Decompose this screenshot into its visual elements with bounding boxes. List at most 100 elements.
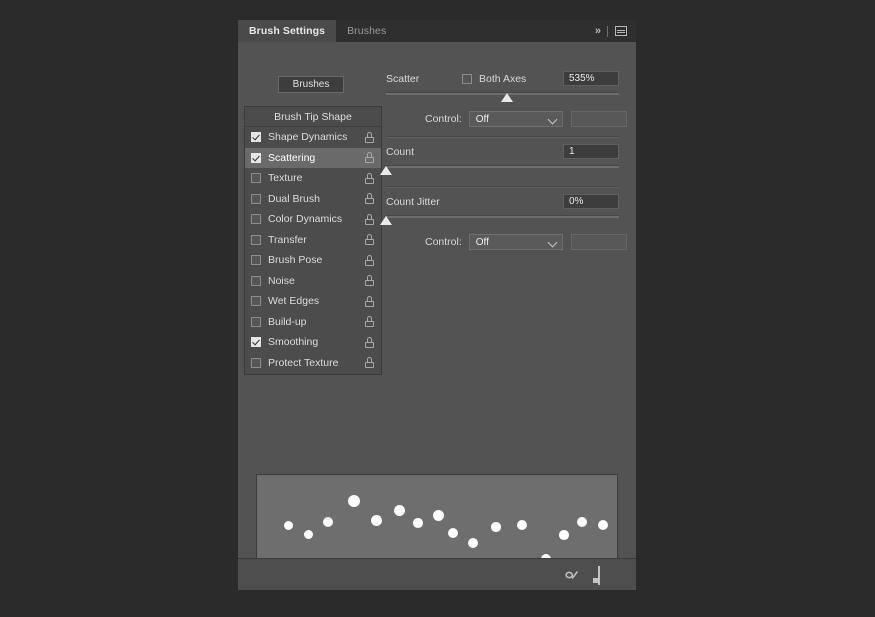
scatter-value-field[interactable]: 535%	[563, 71, 619, 86]
checkbox-dual-brush[interactable]	[251, 194, 261, 204]
preview-dot	[448, 528, 458, 538]
checkbox-transfer[interactable]	[251, 235, 261, 245]
both-axes-checkbox-wrap[interactable]: Both Axes	[462, 73, 526, 85]
count-slider-track	[386, 165, 619, 168]
lock-icon[interactable]	[365, 152, 374, 163]
list-item-smoothing[interactable]: Smoothing	[245, 332, 381, 353]
tab-brushes[interactable]: Brushes	[336, 20, 397, 42]
list-item-label: Transfer	[268, 234, 365, 246]
tab-brush-settings[interactable]: Brush Settings	[238, 20, 336, 42]
tab-bar-spacer	[397, 20, 595, 42]
lock-icon[interactable]	[365, 214, 374, 225]
controls-divider	[386, 136, 619, 138]
checkbox-noise[interactable]	[251, 276, 261, 286]
count-jitter-header-row: Count Jitter 0%	[386, 193, 630, 210]
list-item-protect-texture[interactable]: Protect Texture	[245, 353, 381, 374]
new-brush-icon[interactable]	[598, 567, 614, 583]
lock-icon[interactable]	[365, 337, 374, 348]
lock-icon[interactable]	[365, 296, 374, 307]
list-item-label: Noise	[268, 275, 365, 287]
lock-icon[interactable]	[365, 357, 374, 368]
count-value-field[interactable]: 1	[563, 144, 619, 159]
count-jitter-label: Count Jitter	[386, 196, 440, 208]
count-label: Count	[386, 146, 414, 158]
lock-icon[interactable]	[365, 132, 374, 143]
count-jitter-control-value: Off	[476, 237, 489, 248]
scatter-control-select[interactable]: Off	[469, 111, 563, 127]
list-item-label: Wet Edges	[268, 295, 365, 307]
lock-icon[interactable]	[365, 316, 374, 327]
list-item-noise[interactable]: Noise	[245, 271, 381, 292]
list-item-brush-pose[interactable]: Brush Pose	[245, 250, 381, 271]
checkbox-smoothing[interactable]	[251, 337, 261, 347]
count-jitter-slider-thumb[interactable]	[380, 216, 392, 225]
list-item-dual-brush[interactable]: Dual Brush	[245, 189, 381, 210]
lock-icon[interactable]	[365, 255, 374, 266]
lock-icon[interactable]	[365, 234, 374, 245]
checkbox-protect-texture[interactable]	[251, 358, 261, 368]
lock-icon[interactable]	[365, 193, 374, 204]
brush-options-list: Brush Tip Shape Shape DynamicsScattering…	[244, 106, 382, 375]
list-item-build-up[interactable]: Build-up	[245, 312, 381, 333]
panel-tab-bar: Brush Settings Brushes »	[238, 20, 636, 42]
count-jitter-slider[interactable]	[386, 213, 619, 229]
checkbox-texture[interactable]	[251, 173, 261, 183]
scatter-control-value: Off	[476, 114, 489, 125]
checkbox-color-dynamics[interactable]	[251, 214, 261, 224]
preview-dot	[577, 517, 587, 527]
count-jitter-control-secondary-field	[571, 234, 627, 250]
collapse-to-icons-icon[interactable]: »	[595, 26, 600, 37]
list-item-shape-dynamics[interactable]: Shape Dynamics	[245, 127, 381, 148]
panel-body: Brushes Brush Tip Shape Shape DynamicsSc…	[238, 42, 636, 558]
list-item-brush-tip-shape[interactable]: Brush Tip Shape	[245, 107, 381, 127]
checkbox-brush-pose[interactable]	[251, 255, 261, 265]
scatter-slider-thumb[interactable]	[501, 93, 513, 102]
preview-dot	[348, 495, 360, 507]
brushes-button[interactable]: Brushes	[278, 76, 344, 93]
controls-divider	[386, 186, 619, 188]
count-slider[interactable]	[386, 163, 619, 179]
scatter-slider[interactable]	[386, 90, 619, 106]
lock-icon[interactable]	[365, 275, 374, 286]
brush-settings-panel: Brush Settings Brushes » Brushes Brush T…	[238, 20, 636, 590]
count-jitter-value: 0%	[569, 196, 583, 207]
list-item-wet-edges[interactable]: Wet Edges	[245, 291, 381, 312]
brush-preset-icon[interactable]	[564, 567, 580, 583]
count-jitter-value-field[interactable]: 0%	[563, 194, 619, 209]
checkbox-wet-edges[interactable]	[251, 296, 261, 306]
list-item-transfer[interactable]: Transfer	[245, 230, 381, 251]
preview-dot	[413, 518, 423, 528]
chevron-down-icon	[547, 238, 557, 248]
new-brush-glyph	[598, 566, 600, 585]
panel-menu-icon[interactable]	[615, 26, 627, 36]
both-axes-checkbox[interactable]	[462, 74, 472, 84]
list-item-label: Brush Pose	[268, 254, 365, 266]
count-header-row: Count 1	[386, 143, 630, 160]
scatter-control-label: Control:	[425, 113, 462, 125]
scatter-control-group: Scatter Both Axes 535% Control:	[386, 70, 630, 129]
count-jitter-control-select[interactable]: Off	[469, 234, 563, 250]
hamburger-line	[617, 32, 625, 33]
preview-dot	[468, 538, 478, 548]
count-value: 1	[569, 146, 575, 157]
preview-dot	[433, 510, 444, 521]
list-item-texture[interactable]: Texture	[245, 168, 381, 189]
checkbox-shape-dynamics[interactable]	[251, 132, 261, 142]
lock-icon[interactable]	[365, 173, 374, 184]
count-jitter-control-group: Count Jitter 0% Control: Off	[386, 193, 630, 252]
count-jitter-control-row: Control: Off	[386, 232, 630, 252]
both-axes-label: Both Axes	[479, 73, 526, 85]
preview-dot	[304, 530, 313, 539]
toolbar-divider	[607, 26, 608, 37]
preview-dot	[323, 517, 333, 527]
checkbox-scattering[interactable]	[251, 153, 261, 163]
list-item-scattering[interactable]: Scattering	[245, 148, 381, 169]
count-control-group: Count 1	[386, 143, 630, 179]
list-item-label: Texture	[268, 172, 365, 184]
preview-dot	[559, 530, 569, 540]
checkbox-build-up[interactable]	[251, 317, 261, 327]
panel-tab-bar-actions: »	[595, 20, 636, 42]
count-slider-thumb[interactable]	[380, 166, 392, 175]
list-item-color-dynamics[interactable]: Color Dynamics	[245, 209, 381, 230]
list-item-label: Color Dynamics	[268, 213, 365, 225]
